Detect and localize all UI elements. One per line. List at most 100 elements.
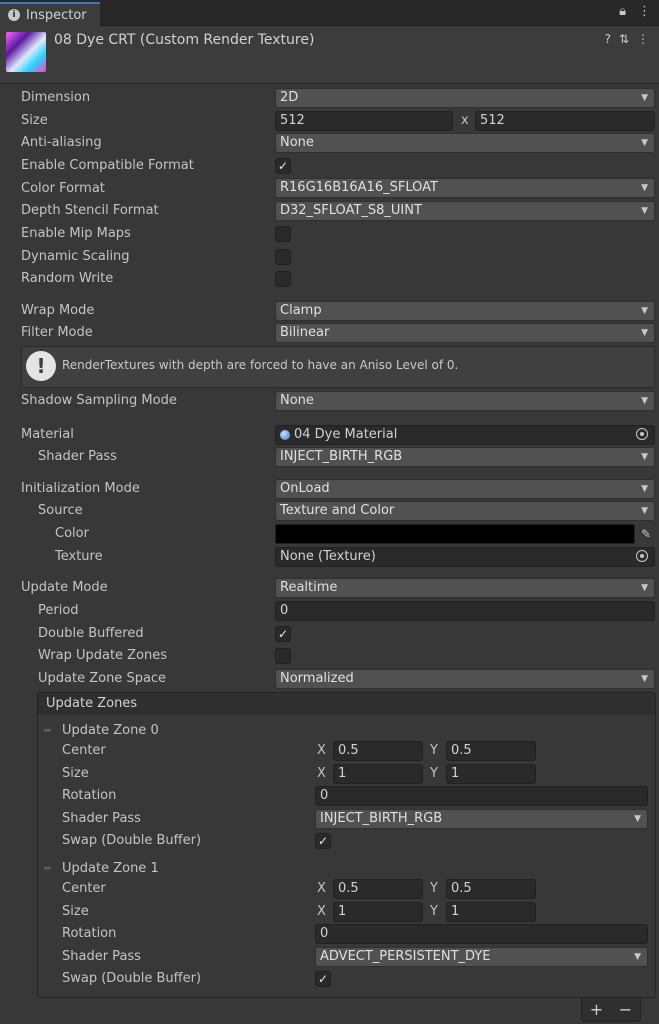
filter-label: Filter Mode [21,325,93,340]
zonespace-dropdown[interactable]: Normalized ▼ [275,669,655,689]
asset-title: 08 Dye CRT (Custom Render Texture) [54,32,315,48]
texture-value: None (Texture) [280,549,376,564]
zone-0-swap-checkbox[interactable]: ✓ [315,833,331,849]
chevron-down-icon: ▼ [634,952,641,962]
chevron-down-icon: ▼ [641,306,648,316]
dimension-label: Dimension [21,90,91,105]
wrapzones-checkbox[interactable] [275,648,291,664]
add-button[interactable]: + [590,1000,603,1019]
zone-0-size-y-field[interactable]: 1 [446,764,536,784]
initmode-label: Initialization Mode [21,481,140,496]
more-icon[interactable]: ⋮ [638,4,651,19]
remove-button[interactable]: − [619,1000,632,1019]
tab-inspector[interactable]: i Inspector [0,2,100,26]
filter-dropdown[interactable]: Bilinear ▼ [275,323,655,343]
antialiasing-value: None [280,135,314,150]
zone-0-center-y-field[interactable]: 0.5 [446,741,536,761]
chevron-down-icon: ▼ [634,814,641,824]
source-value: Texture and Color [280,503,395,518]
zone-0-rotation-field[interactable]: 0 [315,786,648,806]
color-format-dropdown[interactable]: R16G16B16A16_SFLOAT ▼ [275,178,655,198]
drag-handle-icon[interactable]: ═ [44,724,51,737]
zone-1-shaderpass-label: Shader Pass [62,949,141,964]
shaderpass-value: INJECT_BIRTH_RGB [280,449,403,464]
source-dropdown[interactable]: Texture and Color ▼ [275,501,655,521]
zone-1-shaderpass-dropdown[interactable]: ADVECT_PERSISTENT_DYE ▼ [315,947,648,967]
color-format-value: R16G16B16A16_SFLOAT [280,180,438,195]
doublebuf-checkbox[interactable]: ✓ [275,626,291,642]
zone-1-center-x-field[interactable]: 0.5 [333,879,423,899]
depth-format-dropdown[interactable]: D32_SFLOAT_S8_UINT ▼ [275,201,655,221]
eyedropper-icon[interactable]: ✎ [637,524,655,544]
zone-0-size-label: Size [62,766,89,781]
chevron-down-icon: ▼ [641,506,648,516]
period-field[interactable]: 0 [275,601,655,621]
zone-0-shaderpass-dropdown[interactable]: INJECT_BIRTH_RGB ▼ [315,809,648,829]
dimension-dropdown[interactable]: 2D ▼ [275,88,655,108]
updatemode-dropdown[interactable]: Realtime ▼ [275,578,655,598]
randwrite-checkbox[interactable] [275,271,291,287]
shaderpass-label: Shader Pass [38,449,117,464]
chevron-down-icon: ▼ [641,396,648,406]
help-icon[interactable]: ? [605,32,611,46]
initmode-value: OnLoad [280,481,330,496]
color-swatch[interactable] [275,524,635,544]
material-icon [280,430,290,440]
menu-icon[interactable]: ⋮ [637,32,649,46]
lock-icon[interactable]: 🔒︎ [619,4,626,19]
compat-checkbox[interactable]: ✓ [275,158,291,174]
initmode-dropdown[interactable]: OnLoad ▼ [275,479,655,499]
size-height-field[interactable]: 512 [475,111,655,131]
zone-1-shaderpass-value: ADVECT_PERSISTENT_DYE [320,949,491,964]
zone-0-size-y-label: Y [430,766,438,781]
chevron-down-icon: ▼ [641,452,648,462]
material-field[interactable]: 04 Dye Material [275,425,655,445]
wrap-value: Clamp [280,303,322,318]
dynscale-checkbox[interactable] [275,249,291,265]
texture-field[interactable]: None (Texture) [275,547,655,567]
shadow-value: None [280,393,314,408]
zone-1-center-label: Center [62,881,106,896]
material-value: 04 Dye Material [294,427,398,442]
color-format-label: Color Format [21,181,105,196]
list-add-remove: + − [581,998,641,1022]
mipmaps-checkbox[interactable] [275,226,291,242]
chevron-down-icon: ▼ [641,183,648,193]
shadow-label: Shadow Sampling Mode [21,393,177,408]
warning-icon: ! [26,351,56,381]
zone-0-center-x-field[interactable]: 0.5 [333,741,423,761]
zone-0-size-x-label: X [317,766,326,781]
zone-1-size-x-field[interactable]: 1 [333,902,423,922]
wrap-dropdown[interactable]: Clamp ▼ [275,301,655,321]
settings-icon[interactable]: ⇅ [619,32,629,46]
zone-1-size-y-label: Y [430,904,438,919]
shaderpass-dropdown[interactable]: INJECT_BIRTH_RGB ▼ [275,447,655,467]
shadow-dropdown[interactable]: None ▼ [275,391,655,411]
zone-1-swap-label: Swap (Double Buffer) [62,971,202,986]
texture-label: Texture [55,549,103,564]
tab-label: Inspector [26,7,87,23]
header-icons: ? ⇅ ⋮ [605,32,649,46]
drag-handle-icon[interactable]: ═ [44,862,51,875]
object-picker-icon[interactable] [636,428,648,440]
zone-1-center-y-field[interactable]: 0.5 [446,879,536,899]
period-label: Period [38,603,79,618]
updatemode-label: Update Mode [21,580,108,595]
zone-1-size-y-field[interactable]: 1 [446,902,536,922]
dimension-value: 2D [280,90,299,105]
size-width-field[interactable]: 512 [275,111,453,131]
object-picker-icon[interactable] [636,550,648,562]
zone-0-swap-label: Swap (Double Buffer) [62,833,202,848]
zone-1-rotation-field[interactable]: 0 [315,924,648,944]
dynscale-label: Dynamic Scaling [21,249,130,264]
material-label: Material [21,427,74,442]
zonespace-label: Update Zone Space [38,671,167,686]
doublebuf-label: Double Buffered [38,626,144,641]
depth-format-value: D32_SFLOAT_S8_UINT [280,203,422,218]
zone-0-size-x-field[interactable]: 1 [333,764,423,784]
antialiasing-dropdown[interactable]: None ▼ [275,133,655,153]
zone-0-shaderpass-label: Shader Pass [62,811,141,826]
zone-0-title: Update Zone 0 [62,723,159,738]
zone-1-swap-checkbox[interactable]: ✓ [315,971,331,987]
zone-0-shaderpass-value: INJECT_BIRTH_RGB [320,811,443,826]
